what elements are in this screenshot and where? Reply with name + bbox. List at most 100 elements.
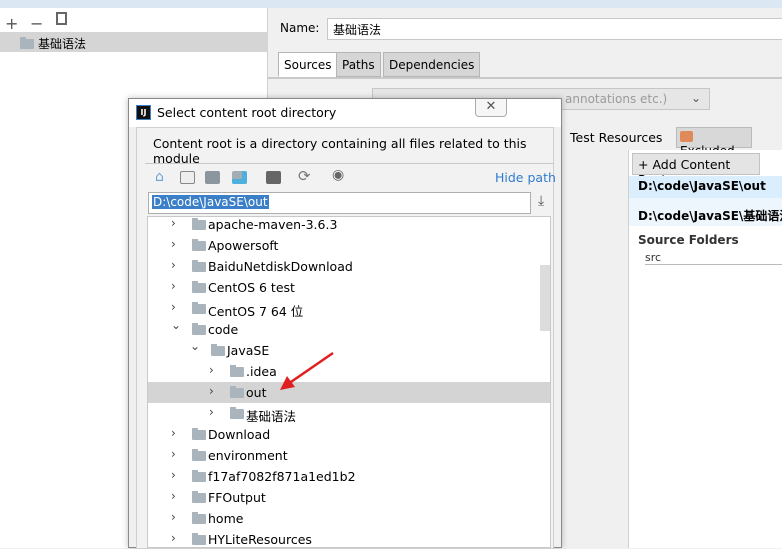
name-input[interactable]: 基础语法 [327,18,782,40]
folder-icon [230,407,244,419]
folder-icon [230,386,244,398]
chevron-down-icon[interactable]: ⌄ [171,318,181,332]
tree-row-label: 基础语法 [246,409,297,424]
window-top-strip [0,0,782,8]
arrow-head [280,376,295,390]
remove-icon[interactable]: − [30,14,43,33]
tree-row-label: out [246,385,267,400]
name-label: Name: [280,21,320,35]
chevron-right-icon[interactable]: › [171,237,176,251]
tree-row[interactable]: › BaiduNetdiskDownload [148,256,550,277]
path-input[interactable]: D:\code\JavaSE\out [148,192,531,214]
tree-row[interactable]: › CentOS 6 test [148,277,550,298]
chevron-right-icon[interactable]: › [171,217,176,230]
tree-row[interactable]: › environment [148,445,550,466]
chevron-right-icon[interactable]: › [209,384,214,398]
path-value: D:\code\JavaSE\out [152,195,269,209]
tree-scrollbar[interactable] [540,265,550,331]
chevron-right-icon[interactable]: › [171,447,176,461]
tab-dependencies[interactable]: Dependencies [383,52,481,77]
folder-icon [192,449,206,461]
project-folder-icon[interactable] [205,171,220,184]
folder-icon [192,533,206,545]
tree-row-label: CentOS 7 64 位 [208,304,304,319]
module-folder-icon[interactable] [232,171,247,184]
chevron-right-icon[interactable]: › [171,510,176,524]
folder-icon [192,491,206,503]
folder-icon [192,281,206,293]
chevron-right-icon[interactable]: › [171,258,176,272]
chevron-right-icon[interactable]: › [209,363,214,377]
folder-icon [192,323,206,335]
hide-path-link[interactable]: Hide path [495,170,556,185]
tree-row[interactable]: › 基础语法 [148,403,550,424]
tree-row[interactable]: › Apowersoft [148,235,550,256]
tree-row[interactable]: › out [148,382,550,403]
chevron-right-icon[interactable]: › [209,405,214,419]
module-name: 基础语法 [38,37,87,51]
tree-row-label: JavaSE [227,343,270,358]
tree-row-label: CentOS 6 test [208,280,295,295]
tree-row[interactable]: › apache-maven-3.6.3 [148,217,550,235]
refresh-icon[interactable]: ⟳ [298,167,311,185]
download-icon[interactable]: ⤓ [538,193,544,209]
chevron-right-icon[interactable]: › [171,300,176,314]
chevron-down-icon[interactable]: ⌄ [190,339,200,353]
folder-icon [192,428,206,440]
dialog-title-bar: IJ Select content root directory ✕ [129,99,561,127]
tab-paths[interactable]: Paths [336,52,381,77]
module-item[interactable]: 基础语法 [0,32,268,52]
tree-row[interactable]: ⌄ JavaSE [148,339,550,361]
tree-row[interactable]: ⌄ code [148,318,550,340]
tree-row-label: environment [208,448,288,463]
tree-row[interactable]: › Download [148,424,550,445]
add-icon[interactable]: + [5,14,18,33]
tree-row[interactable]: › .idea [148,361,550,382]
chevron-right-icon[interactable]: › [171,489,176,503]
close-button[interactable]: ✕ [475,99,507,117]
content-root-out[interactable]: D:\code\JavaSE\out [629,176,782,198]
tree-row[interactable]: › FFOutput [148,487,550,508]
tree-row-label: HYLiteResources [208,532,312,547]
tree-row-label: code [208,322,239,337]
tab-sources[interactable]: Sources [278,52,338,77]
mark-excluded[interactable]: Excluded [676,127,752,158]
folder-icon [192,470,206,482]
tree-row-label: Download [208,427,271,442]
chevron-right-icon[interactable]: › [171,531,176,545]
folder-icon [192,512,206,524]
intellij-logo-icon: IJ [136,105,151,120]
tree-row[interactable]: › CentOS 7 64 位 [148,298,550,319]
tree-row[interactable]: › f17af7082f871a1ed1b2 [148,466,550,487]
tree-row-label: apache-maven-3.6.3 [208,217,338,232]
folder-icon [230,365,244,377]
dialog-title: Select content root directory [157,105,337,120]
tree-row[interactable]: › home [148,508,550,529]
excluded-folder-icon [680,131,693,142]
source-folders-label: Source Folders [638,233,739,247]
chevron-right-icon[interactable]: › [171,426,176,440]
mark-test-resources[interactable]: Test Resources [570,130,662,145]
tree-row-label: FFOutput [208,490,266,505]
chevron-right-icon[interactable]: › [171,279,176,293]
show-hidden-icon[interactable]: ◉ [332,167,344,183]
arrow-shaft [287,351,334,386]
tree-row-label: BaiduNetdiskDownload [208,259,353,274]
tab-divider [268,77,782,79]
content-root-module[interactable]: D:\code\JavaSE\基础语法 [629,204,782,226]
folder-icon [192,239,206,251]
home-icon[interactable]: ⌂ [155,169,164,185]
folder-icon [192,218,206,230]
tree-row[interactable]: › HYLiteResources [148,529,550,547]
tree-row-label: f17af7082f871a1ed1b2 [208,469,356,484]
add-content-root-button[interactable]: + Add Content Root [632,153,760,187]
desktop-icon[interactable] [180,171,195,184]
copy-icon[interactable] [56,12,67,25]
tree-row-label: Apowersoft [208,238,279,253]
annotation-arrow [280,351,334,390]
directory-tree[interactable]: › apache-maven-3.6.3 › Apowersoft › BaiduNetd… [147,216,551,548]
source-folder-src[interactable]: src [645,251,782,265]
chevron-right-icon[interactable]: › [171,468,176,482]
new-folder-icon[interactable] [266,171,281,184]
dialog-description: Content root is a directory containing a… [153,136,527,166]
